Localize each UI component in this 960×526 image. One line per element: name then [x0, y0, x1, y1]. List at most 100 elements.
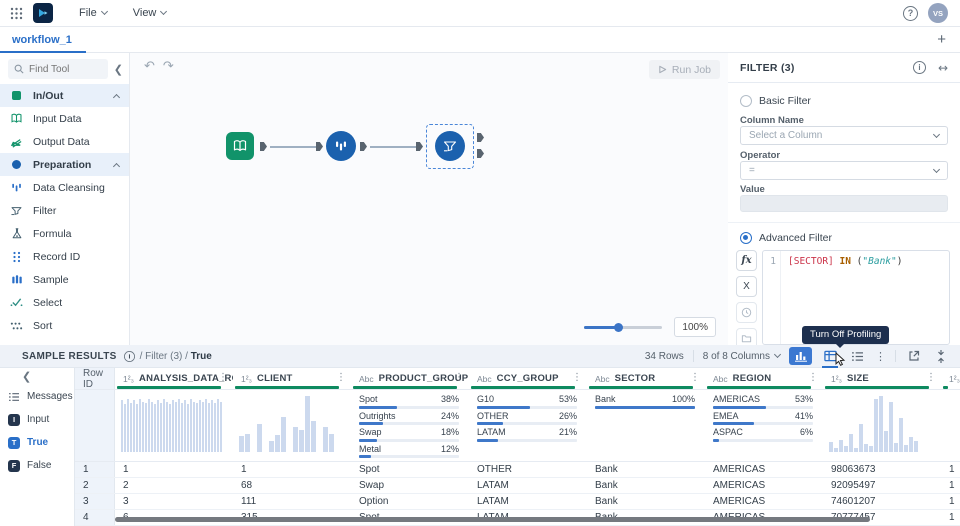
value-bar-track: [359, 455, 459, 458]
breadcrumb-filter[interactable]: Filter (3): [145, 351, 182, 362]
output-anchor[interactable]: [360, 142, 367, 151]
node-filter[interactable]: [435, 131, 465, 161]
menu-file[interactable]: File: [79, 7, 108, 19]
data-cell: AMERICAS: [713, 480, 766, 491]
column-header-sector[interactable]: Abc SECTOR ⋮: [587, 368, 705, 389]
help-icon[interactable]: ?: [903, 5, 918, 21]
value-item-americas: AMERICAS 53%: [713, 394, 813, 409]
workflow-canvas[interactable]: ↶ ↷ Run Job 100%: [130, 53, 728, 345]
palette-item-sort[interactable]: Sort: [0, 314, 129, 337]
column-menu-icon[interactable]: ⋮: [218, 372, 228, 383]
rail-item-false[interactable]: F False: [0, 454, 74, 477]
data-cell: 111: [241, 496, 257, 507]
undo-icon[interactable]: ↶: [144, 59, 155, 74]
horizontal-scrollbar[interactable]: [115, 517, 870, 522]
tab-workflow-1[interactable]: workflow_1: [0, 27, 86, 53]
info-icon[interactable]: i: [123, 350, 135, 362]
palette-item-output-data[interactable]: Output Data: [0, 130, 129, 153]
column-menu-icon[interactable]: ⋮: [336, 372, 346, 383]
collapse-palette-button[interactable]: ❮: [114, 63, 123, 76]
palette-item-in-out[interactable]: In/Out: [0, 84, 129, 107]
expand-panel-icon[interactable]: ↔: [938, 61, 948, 75]
histogram-bar: [257, 424, 262, 452]
palette-item-formula[interactable]: Formula: [0, 222, 129, 245]
column-header-analysis-data-row[interactable]: 1²₃ANALYSIS_DATA_ROW⋮: [115, 368, 233, 389]
data-cell: 3: [123, 496, 129, 507]
palette-item-record-id[interactable]: Record ID: [0, 245, 129, 268]
columns-dropdown[interactable]: 8 of 8 Columns: [703, 351, 782, 362]
column-header-size[interactable]: 1²₃ SIZE ⋮: [823, 368, 941, 389]
node-input-data[interactable]: [226, 132, 254, 160]
palette-item-preparation[interactable]: Preparation: [0, 153, 129, 176]
histogram-bar: [160, 403, 162, 452]
columns-button[interactable]: X: [736, 276, 757, 297]
column-menu-icon[interactable]: ⋮: [690, 372, 700, 383]
histogram-bar: [275, 435, 280, 452]
table-view-button[interactable]: [821, 347, 839, 368]
row-id-header[interactable]: Row ID: [75, 368, 115, 389]
column-menu-icon[interactable]: ⋮: [572, 372, 582, 383]
rail-item-input[interactable]: I Input: [0, 408, 74, 431]
histogram-bar: [205, 399, 207, 452]
collapse-rail-button[interactable]: ❮: [22, 370, 31, 383]
input-anchor[interactable]: [416, 142, 423, 151]
alteryx-logo-icon[interactable]: [33, 3, 53, 23]
palette-item-sample[interactable]: Sample: [0, 268, 129, 291]
column-header-product-group[interactable]: Abc PRODUCT_GROUP ⋮: [351, 368, 469, 389]
info-icon[interactable]: i: [912, 61, 926, 74]
basic-filter-radio[interactable]: Basic Filter: [740, 95, 811, 107]
operator-select[interactable]: =: [740, 161, 948, 180]
palette-item-data-cleansing[interactable]: Data Cleansing: [0, 176, 129, 199]
sort-icon: [10, 321, 23, 331]
palette-item-label: Sample: [33, 273, 69, 286]
palette-item-input-data[interactable]: Input Data: [0, 107, 129, 130]
column-menu-icon[interactable]: ⋮: [808, 372, 818, 383]
input-anchor[interactable]: [316, 142, 323, 151]
histogram: [115, 390, 233, 452]
column-header-partial[interactable]: 1²₃: [941, 368, 960, 389]
rail-item-true[interactable]: T True: [0, 431, 74, 454]
rail-item-messages[interactable]: Messages: [0, 385, 74, 408]
output-anchor[interactable]: [260, 142, 267, 151]
add-tab-button[interactable]: +: [937, 32, 946, 47]
find-tool-search[interactable]: [8, 59, 108, 79]
column-header-region[interactable]: Abc REGION ⋮: [705, 368, 823, 389]
column-menu-icon[interactable]: ⋮: [454, 372, 464, 383]
column-menu-icon[interactable]: ⋮: [926, 372, 936, 383]
true-output-anchor[interactable]: [477, 133, 484, 142]
node-data-cleansing[interactable]: [326, 131, 356, 161]
advanced-filter-label: Advanced Filter: [759, 232, 832, 244]
column-header-ccy-group[interactable]: Abc CCY_GROUP ⋮: [469, 368, 587, 389]
more-options-icon[interactable]: ⋮: [875, 350, 886, 363]
open-in-new-button[interactable]: [905, 347, 923, 365]
collapse-panel-button[interactable]: [932, 347, 950, 365]
data-cell: Bank: [595, 464, 618, 475]
menu-view[interactable]: View: [133, 7, 168, 19]
zoom-slider-handle[interactable]: [614, 322, 624, 332]
avatar[interactable]: VS: [928, 3, 948, 23]
palette-item-select[interactable]: Select: [0, 291, 129, 314]
column-header-client[interactable]: 1²₃ CLIENT ⋮: [233, 368, 351, 389]
value-bar-track: [713, 405, 813, 409]
redo-icon[interactable]: ↷: [163, 59, 174, 74]
histogram-bar: [124, 404, 126, 452]
histogram-bar: [859, 424, 863, 452]
functions-button[interactable]: fx: [736, 250, 757, 271]
zoom-slider[interactable]: [584, 322, 663, 332]
saved-expressions-button[interactable]: [736, 328, 757, 345]
app-grid-icon[interactable]: [10, 7, 23, 20]
list-view-button[interactable]: [848, 347, 866, 365]
histogram-bar: [163, 399, 165, 452]
false-output-anchor[interactable]: [477, 149, 484, 158]
value-bar-track: [477, 405, 577, 409]
run-job-button[interactable]: Run Job: [648, 60, 720, 79]
history-button[interactable]: [736, 302, 757, 323]
histogram-bar: [323, 427, 328, 452]
toggle-profiling-button[interactable]: [789, 347, 812, 365]
search-input[interactable]: [29, 63, 99, 75]
advanced-filter-radio[interactable]: Advanced Filter: [740, 232, 832, 244]
chevron-up-icon: [112, 93, 121, 101]
column-select[interactable]: Select a Column: [740, 126, 948, 145]
string-type-icon: Abc: [477, 373, 492, 384]
palette-item-filter[interactable]: Filter: [0, 199, 129, 222]
